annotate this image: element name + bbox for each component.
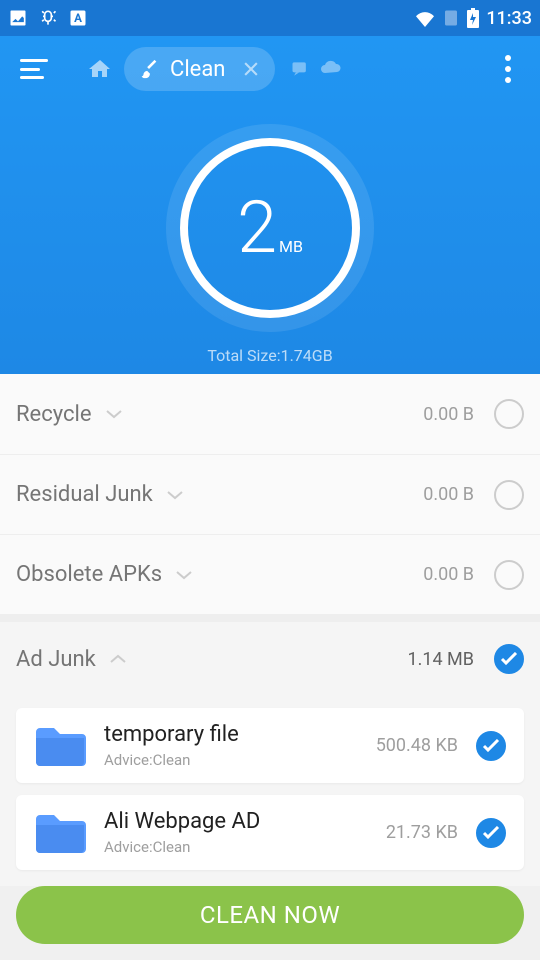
menu-button[interactable] [12,47,56,91]
summary-value: 2 [237,185,277,270]
chevron-down-icon [174,569,194,581]
category-size: 0.00 B [423,564,474,585]
category-size: 0.00 B [423,484,474,505]
category-checkbox[interactable] [494,480,524,510]
summary-unit: MB [279,237,303,256]
total-size-label: Total Size:1.74GB [180,346,360,365]
header-area: Clean 2MB Total Size:1.74GB [0,36,540,374]
chat-icon[interactable] [289,59,311,79]
summary-circle: 2MB Total Size:1.74GB [180,138,360,365]
bug-icon [38,8,58,28]
status-time: 11:33 [486,8,532,29]
svg-text:A: A [74,11,82,25]
file-card[interactable]: Ali Webpage AD Advice:Clean 21.73 KB [16,795,524,870]
a-icon: A [68,8,88,28]
close-icon[interactable] [241,59,261,79]
battery-icon [466,8,480,28]
home-icon[interactable] [88,57,112,81]
category-list: Recycle 0.00 B Residual Junk 0.00 B Obso… [0,374,540,886]
category-size: 0.00 B [423,404,474,425]
category-checkbox[interactable] [494,560,524,590]
category-residual-junk[interactable]: Residual Junk 0.00 B [0,454,540,534]
file-size: 21.73 KB [386,822,458,843]
top-bar: Clean [0,36,540,102]
category-obsolete-apks[interactable]: Obsolete APKs 0.00 B [0,534,540,614]
category-size: 1.14 MB [408,649,475,670]
folder-icon [34,811,86,855]
file-name: Ali Webpage AD [104,809,386,834]
category-label: Residual Junk [16,482,153,507]
file-checkbox[interactable] [476,731,506,761]
file-advice: Advice:Clean [104,751,376,769]
file-name: temporary file [104,722,376,747]
chevron-down-icon [165,489,185,501]
file-size: 500.48 KB [376,735,458,756]
more-button[interactable] [488,55,528,83]
tab-label: Clean [170,57,225,82]
file-checkbox[interactable] [476,818,506,848]
cloud-icon[interactable] [319,59,343,77]
category-label: Obsolete APKs [16,562,162,587]
category-recycle[interactable]: Recycle 0.00 B [0,374,540,454]
chevron-down-icon [104,408,124,420]
tab-clean[interactable]: Clean [124,47,275,91]
sim-icon [442,9,460,27]
category-checkbox[interactable] [494,644,524,674]
category-label: Recycle [16,402,92,427]
folder-icon [34,724,86,768]
brush-icon [138,58,160,80]
image-icon [8,8,28,28]
category-checkbox[interactable] [494,399,524,429]
category-label: Ad Junk [16,647,96,672]
status-bar: A 11:33 [0,0,540,36]
file-advice: Advice:Clean [104,838,386,856]
category-ad-junk[interactable]: Ad Junk 1.14 MB [0,622,540,696]
clean-now-button[interactable]: CLEAN NOW [16,886,524,944]
file-card[interactable]: temporary file Advice:Clean 500.48 KB [16,708,524,783]
wifi-icon [414,9,436,27]
chevron-up-icon [108,653,128,665]
